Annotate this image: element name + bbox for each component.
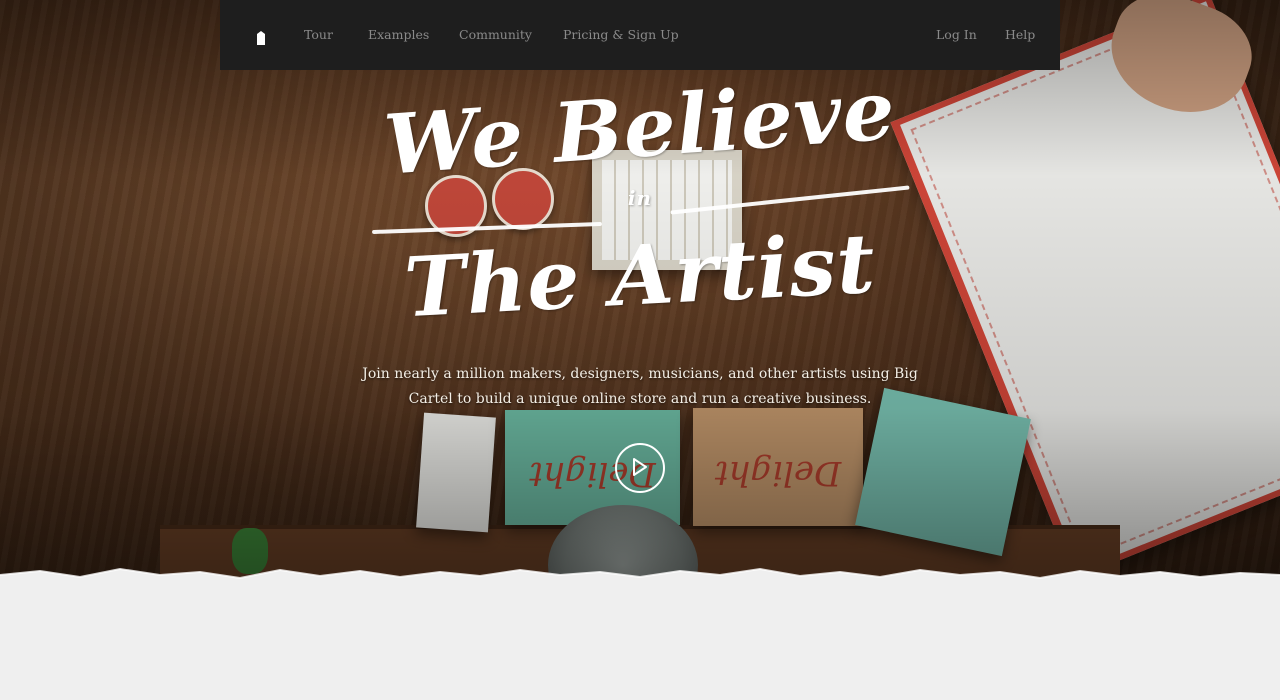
top-navigation: Tour Examples Community Pricing & Sign U… xyxy=(220,0,1060,70)
headline-line-3: The Artist xyxy=(402,215,878,337)
nav-link-tour[interactable]: Tour xyxy=(304,27,333,45)
hero-headline: We Believe in The Artist xyxy=(360,62,920,348)
nav-link-login[interactable]: Log In xyxy=(936,27,977,45)
nav-link-community[interactable]: Community xyxy=(459,27,532,45)
big-cartel-logo[interactable] xyxy=(257,31,265,45)
play-video-button[interactable] xyxy=(615,443,665,493)
hero-section: Delight Delight We Believe in The Artist… xyxy=(0,0,1280,585)
headline-line-2: in xyxy=(627,186,653,210)
hero-tagline: Join nearly a million makers, designers,… xyxy=(362,366,918,407)
nav-link-examples[interactable]: Examples xyxy=(368,27,429,45)
headline-line-1: We Believe xyxy=(381,62,899,194)
nav-link-pricing-signup[interactable]: Pricing & Sign Up xyxy=(563,27,679,45)
play-icon xyxy=(633,458,647,476)
torn-edge-divider xyxy=(0,567,1280,587)
nav-link-help[interactable]: Help xyxy=(1005,27,1035,45)
